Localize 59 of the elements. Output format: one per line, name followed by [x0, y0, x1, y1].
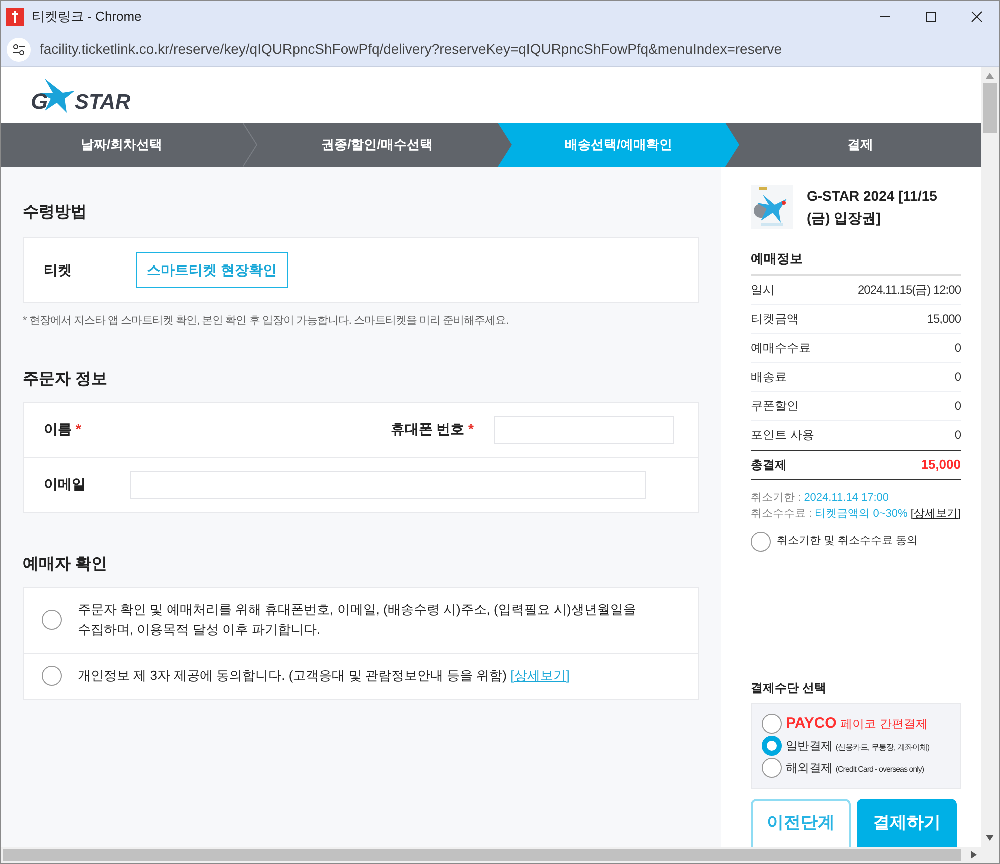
step-tab[interactable]: 결제	[740, 123, 981, 167]
vertical-scrollbar[interactable]	[981, 67, 999, 847]
summary-label: 쿠폰할인	[751, 398, 799, 414]
cancel-deadline: 취소기한 : 2024.11.14 17:00	[751, 490, 890, 506]
consent-text: 주문자 확인 및 예매처리를 위해 휴대폰번호, 이메일, (배송수령 시)주소, (입력필요 시)생년월일을 수집하며, 이용목적 달성 이후 파기합니다.	[78, 602, 636, 637]
summary-value: 15,000	[927, 310, 961, 328]
gstar-logo[interactable]: G STAR	[31, 73, 139, 117]
consent-radio[interactable]	[42, 666, 62, 686]
maximize-icon[interactable]	[925, 11, 937, 23]
site-settings-icon[interactable]	[12, 42, 26, 56]
total-label: 총결제	[751, 456, 787, 474]
field-label: 이름 *	[44, 420, 82, 439]
scroll-right-icon[interactable]	[971, 851, 977, 859]
summary-value: 0	[954, 427, 961, 444]
section-heading: 수령방법	[23, 203, 88, 223]
summary-label: 예매수수료	[751, 340, 811, 356]
payment-option-label: PAYCO 페이코 간편결제	[786, 714, 928, 734]
summary-value: 0	[954, 340, 961, 356]
app-icon	[6, 8, 24, 26]
agree-label: 취소기한 및 취소수수료 동의	[777, 534, 918, 550]
summary-label: 티켓금액	[751, 310, 799, 328]
horizontal-scrollbar[interactable]	[1, 847, 999, 863]
scroll-thumb[interactable]	[3, 849, 961, 861]
consent-text: 개인정보 제 3자 제공에 동의합니다. (고객응대 및 관람정보안내 등을 위함)	[78, 668, 508, 683]
step-tab[interactable]: 날짜/회차선택	[1, 123, 242, 167]
field-label: 티켓	[44, 260, 73, 280]
section-heading: 예매자 확인	[23, 554, 108, 574]
consent-radio[interactable]	[42, 610, 62, 630]
summary-value: 0	[954, 398, 961, 414]
step-tab[interactable]: 권종/할인/매수선택	[256, 123, 498, 167]
phone-field[interactable]	[494, 416, 674, 444]
detail-link[interactable]: [상세보기]	[910, 508, 961, 520]
cancel-fee: 취소수수료 : 티켓금액의 0~30%	[751, 508, 908, 520]
note-text: * 현장에서 지스타 앱 스마트티켓 확인, 본인 확인 후 입장이 가능합니다. 스마트티켓을 미리 준비해주세요.	[23, 314, 510, 329]
agree-radio[interactable]	[751, 532, 771, 552]
summary-label: 포인트 사용	[751, 427, 814, 444]
scroll-down-icon[interactable]	[986, 835, 994, 841]
chevron-icon	[242, 123, 256, 167]
payment-option-label: 일반결제 (신용카드, 무통장, 계좌이체)	[786, 738, 930, 755]
payment-option-label: 해외결제 (Credit Card - overseas only)	[786, 760, 924, 777]
total-value: 15,000	[921, 456, 961, 474]
payment-radio[interactable]	[762, 758, 782, 778]
scroll-thumb[interactable]	[983, 83, 997, 133]
summary-value: 0	[954, 368, 961, 386]
summary-label: 배송료	[751, 368, 787, 386]
event-title: G-STAR 2024 [11/15 (금) 입장권]	[807, 187, 938, 228]
summary-value: 2024.11.15(금) 12:00	[858, 282, 961, 298]
section-heading: 결제수단 선택	[751, 680, 828, 697]
window-title: 티켓링크 - Chrome	[32, 8, 142, 26]
summary-label: 일시	[751, 282, 775, 298]
payment-radio[interactable]	[762, 736, 782, 756]
section-heading: 주문자 정보	[23, 370, 108, 390]
email-field[interactable]	[130, 470, 646, 498]
scroll-up-icon[interactable]	[986, 73, 994, 79]
close-icon[interactable]	[971, 11, 983, 23]
section-heading: 예매정보	[751, 249, 961, 276]
field-label: 휴대폰 번호 *	[390, 420, 474, 439]
payment-radio[interactable]	[762, 714, 782, 734]
field-label: 이메일	[44, 475, 87, 494]
